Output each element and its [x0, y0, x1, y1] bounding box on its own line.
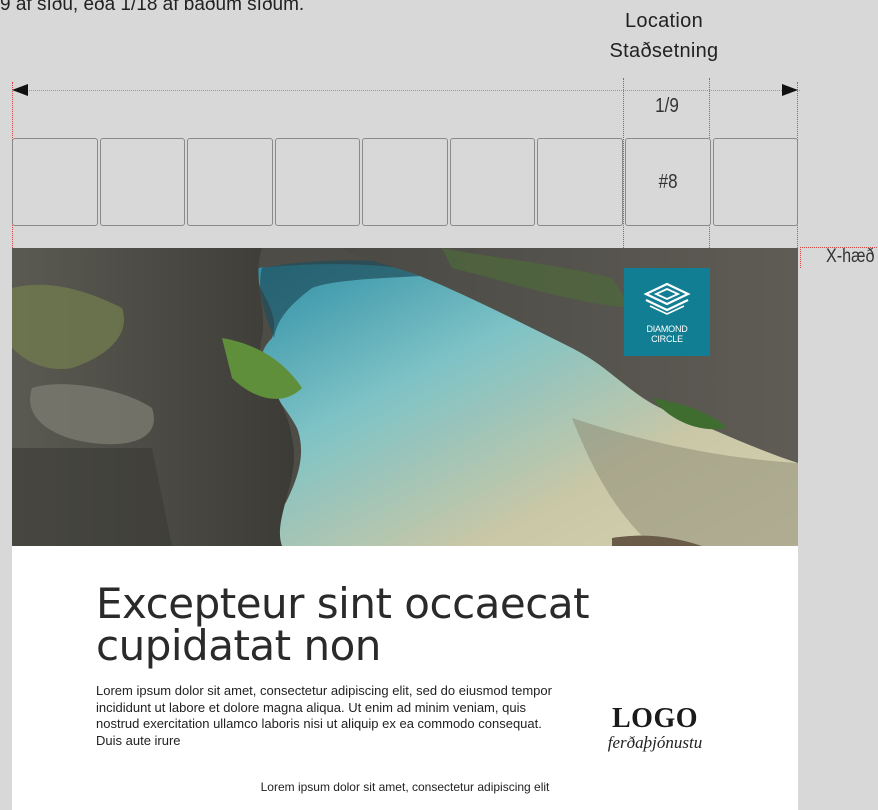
slot-fraction-label: 1/9 [655, 95, 679, 117]
ad-headline: Excepteur sint occaecat cupidatat non [96, 579, 590, 670]
slot-cell-5[interactable] [362, 138, 448, 226]
badge-label-line2: CIRCLE [651, 334, 683, 344]
location-label-en: Location [624, 10, 703, 32]
logo-title: LOGO [611, 703, 698, 734]
logo-subtitle: ferðaþjónustu [607, 733, 703, 752]
page-fraction-note: 9 af síðu, eða 1/18 af báðum síðum. [0, 0, 305, 15]
slot-cell-8[interactable]: #8 [624, 138, 711, 226]
slot-cell-2[interactable] [99, 138, 186, 226]
slot-cell-9[interactable] [712, 138, 799, 226]
slot-cell-1[interactable] [12, 138, 98, 226]
slot-cell-label: #8 [658, 170, 678, 193]
badge-label: DIAMOND CIRCLE [646, 324, 687, 344]
arrow-right-icon [782, 84, 798, 96]
badge-label-line1: DIAMOND [646, 324, 688, 334]
diamond-logo-icon [643, 282, 691, 315]
slot-cell-6[interactable] [449, 138, 536, 226]
ad-slot-grid: #8 [12, 138, 799, 226]
location-label: Location Staðsetning [592, 6, 736, 66]
ad-body-text: Lorem ipsum dolor sit amet, consectetur … [96, 683, 552, 748]
diamond-circle-badge: DIAMOND CIRCLE [624, 268, 710, 356]
slot-cell-4[interactable] [274, 138, 361, 226]
width-measure-line [14, 90, 800, 91]
x-height-label: X-hæð [826, 246, 875, 267]
slot-cell-7[interactable] [537, 138, 623, 226]
ad-footer-text: Lorem ipsum dolor sit amet, consectetur … [260, 780, 550, 794]
slot-cell-3[interactable] [187, 138, 273, 226]
arrow-left-icon [12, 84, 28, 96]
location-label-is: Staðsetning [609, 40, 719, 62]
